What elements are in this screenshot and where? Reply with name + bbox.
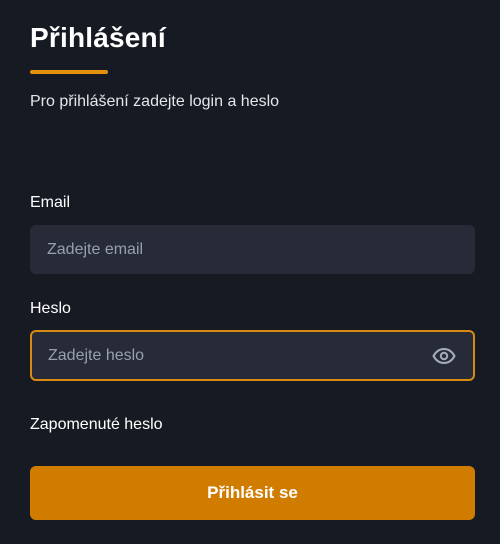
login-button[interactable]: Přihlásit se [30, 466, 475, 520]
email-field-wrapper [30, 225, 475, 274]
eye-icon[interactable] [431, 346, 457, 366]
password-field[interactable] [48, 332, 408, 379]
password-field-wrapper [30, 330, 475, 381]
page-title: Přihlášení [30, 22, 166, 53]
email-label: Email [30, 194, 71, 211]
login-panel: Přihlášení Pro přihlášení zadejte login … [0, 0, 500, 544]
title-underline [30, 70, 108, 74]
password-label: Heslo [30, 300, 71, 317]
forgot-password-link[interactable]: Zapomenuté heslo [30, 414, 163, 436]
login-subtitle: Pro přihlášení zadejte login a heslo [30, 93, 280, 110]
email-field[interactable] [47, 226, 407, 273]
